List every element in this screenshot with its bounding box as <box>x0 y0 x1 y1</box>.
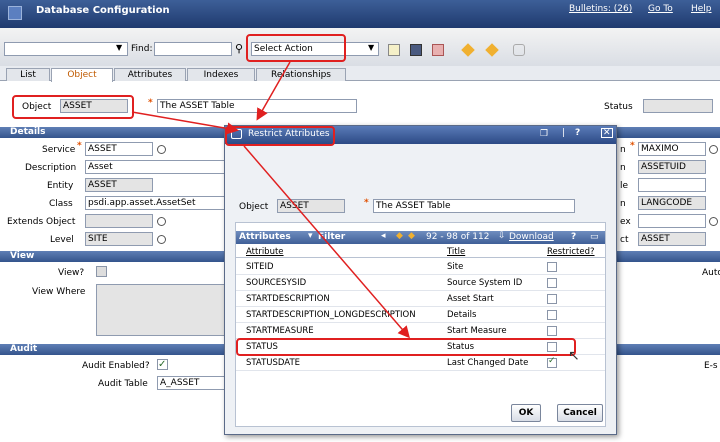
mouse-cursor-icon: ↖ <box>568 348 580 364</box>
callout-arrows <box>131 61 410 339</box>
